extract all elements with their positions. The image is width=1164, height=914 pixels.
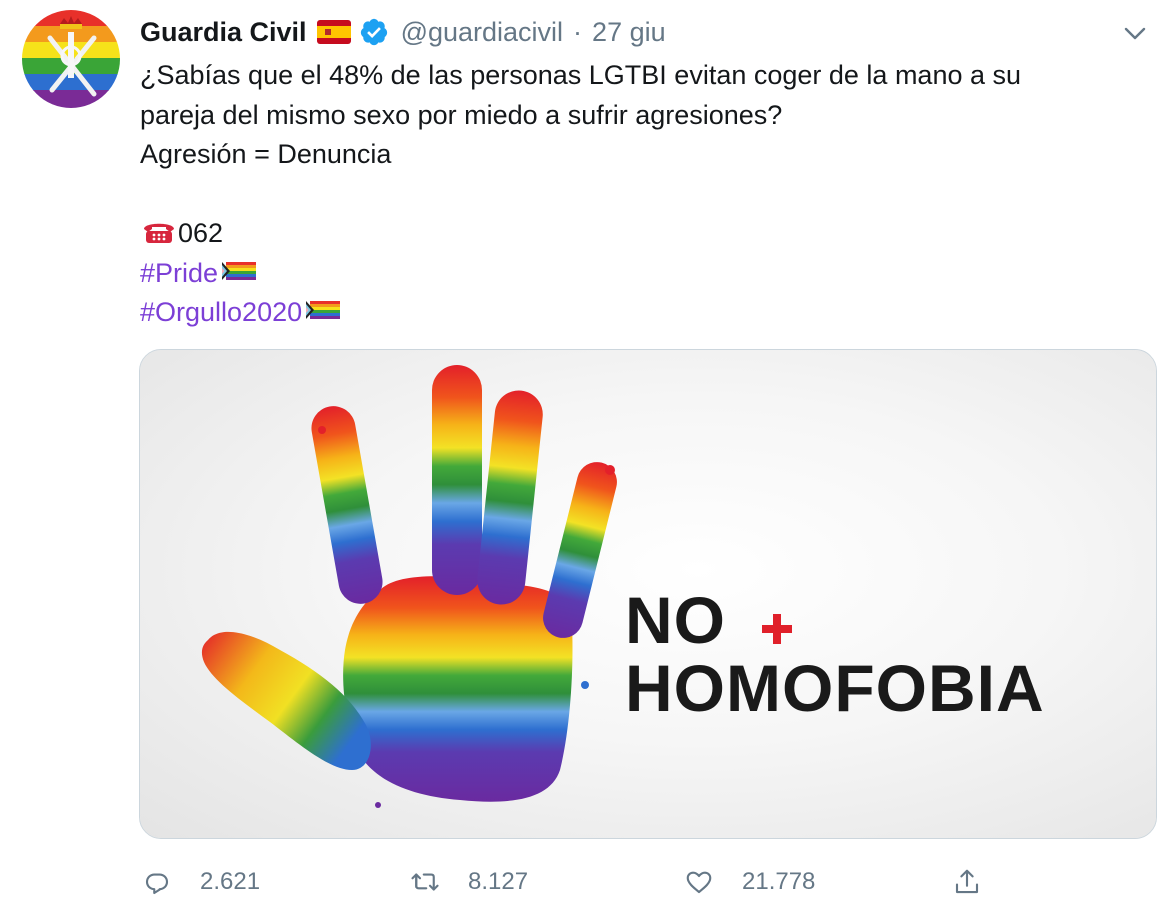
author-handle[interactable]: @guardiacivil bbox=[401, 17, 563, 48]
heart-icon bbox=[686, 871, 712, 894]
reply-icon bbox=[145, 873, 169, 895]
tweet-text-line: Agresión = Denuncia bbox=[140, 139, 392, 169]
verified-badge-icon bbox=[359, 17, 389, 47]
tweet-actions: 2.621 8.127 21.778 bbox=[140, 862, 1156, 902]
red-plus-icon bbox=[762, 614, 792, 644]
tweet-date[interactable]: 27 giu bbox=[592, 17, 666, 48]
reply-count: 2.621 bbox=[200, 868, 261, 895]
reply-button[interactable]: 2.621 bbox=[142, 862, 260, 902]
guardia-civil-emblem-icon bbox=[22, 10, 120, 108]
image-text-homofobia: HOMOFOBIA bbox=[625, 651, 1045, 725]
tweet-text-line: ¿Sabías que el 48% de las personas LGTBI… bbox=[140, 60, 1022, 90]
like-count: 21.778 bbox=[742, 868, 816, 895]
telephone-icon bbox=[140, 217, 178, 243]
progress-pride-flag-icon bbox=[220, 257, 258, 283]
hashtag-orgullo2020[interactable]: #Orgullo2020 bbox=[140, 297, 302, 327]
progress-pride-flag-icon bbox=[304, 296, 342, 322]
share-icon bbox=[955, 869, 979, 894]
like-button[interactable]: 21.778 bbox=[684, 862, 815, 902]
hashtag-line: #Pride bbox=[140, 254, 1150, 294]
retweet-count: 8.127 bbox=[468, 868, 529, 895]
hashtag-pride[interactable]: #Pride bbox=[140, 258, 218, 288]
hashtag-line: #Orgullo2020 bbox=[140, 293, 1150, 333]
separator: · bbox=[573, 16, 583, 47]
author-name[interactable]: Guardia Civil bbox=[140, 17, 307, 48]
phone-line: 062 bbox=[140, 214, 1150, 254]
tweet-header: Guardia Civil @guardiacivil · 27 giu bbox=[140, 12, 1156, 52]
phone-number: 062 bbox=[178, 218, 224, 248]
share-button[interactable] bbox=[952, 862, 982, 902]
retweet-button[interactable]: 8.127 bbox=[410, 862, 528, 902]
retweet-icon bbox=[411, 873, 439, 891]
image-text-no: NO bbox=[625, 583, 726, 657]
avatar[interactable] bbox=[22, 10, 120, 108]
tweet-text-line: pareja del mismo sexo por miedo a sufrir… bbox=[140, 99, 783, 130]
tweet-text: ¿Sabías que el 48% de las personas LGTBI… bbox=[140, 56, 1150, 333]
spain-flag-icon bbox=[316, 20, 351, 44]
chevron-down-icon[interactable] bbox=[1122, 20, 1148, 46]
tweet-media-image[interactable]: NO HOMOFOBIA bbox=[139, 349, 1157, 839]
